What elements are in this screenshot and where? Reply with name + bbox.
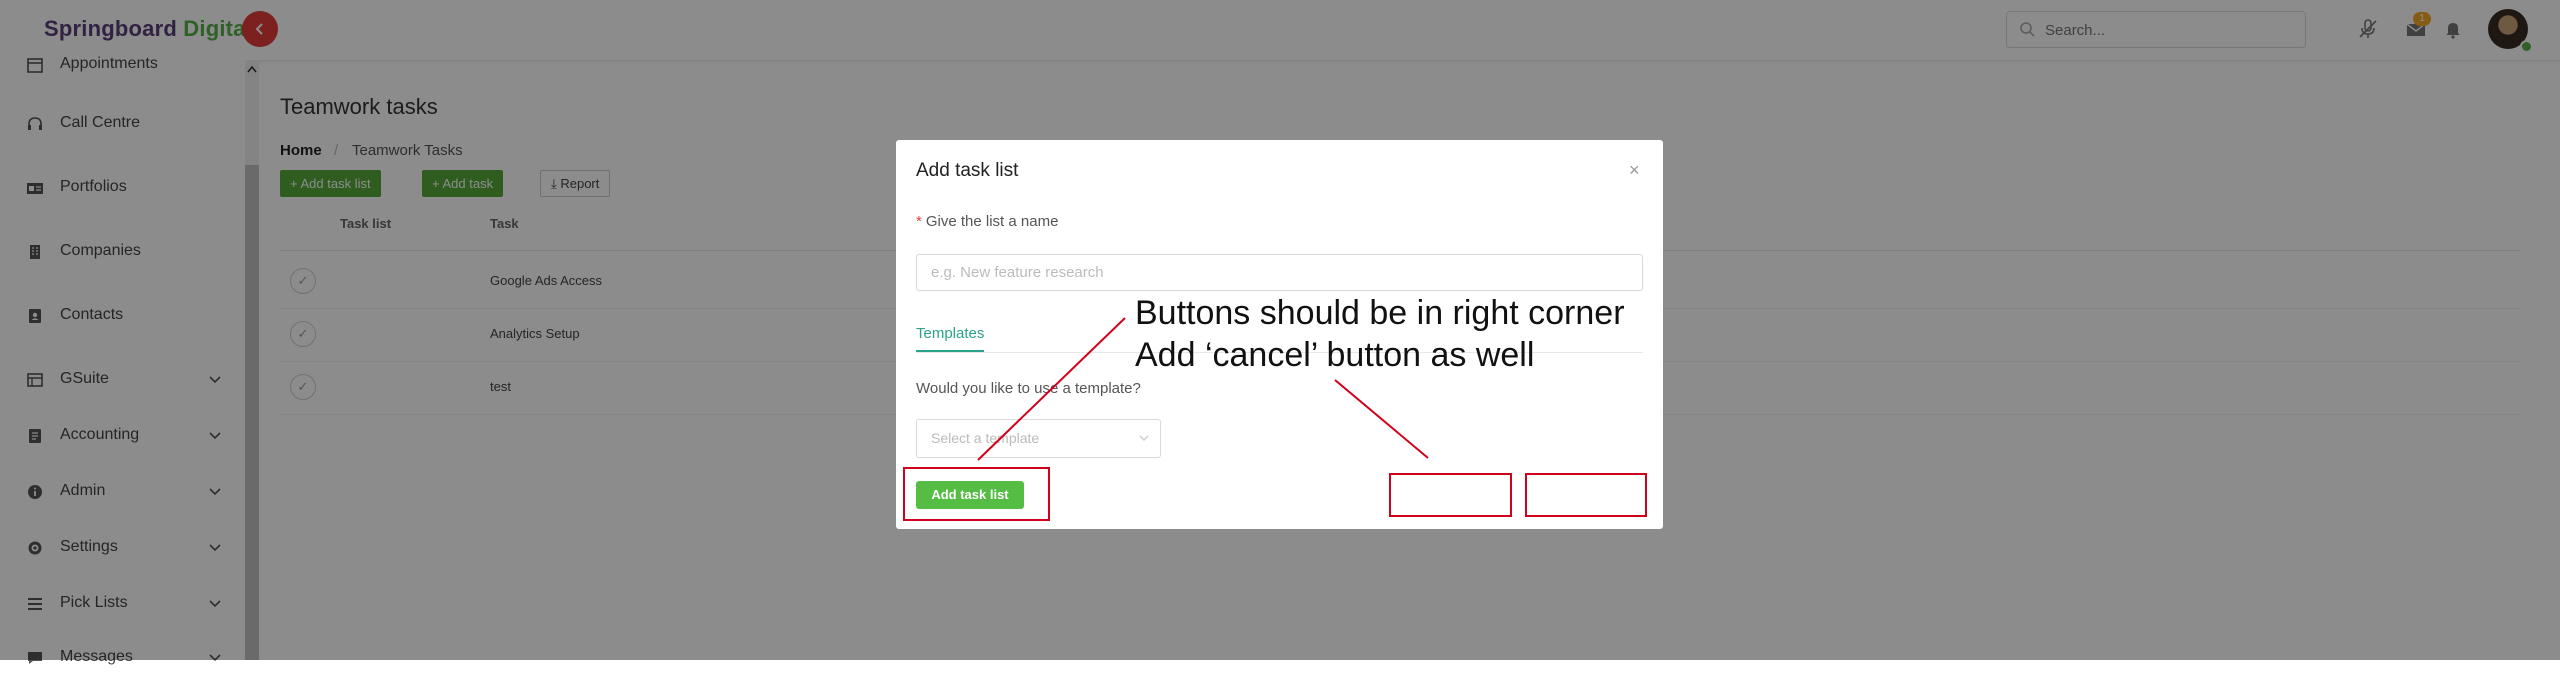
required-mark: * xyxy=(916,213,922,230)
annotation-box-current-button xyxy=(903,467,1050,521)
annotation-text-line1: Buttons should be in right corner xyxy=(1135,294,1625,332)
tab-templates[interactable]: Templates xyxy=(916,325,985,352)
modal-title: Add task list xyxy=(916,160,1019,181)
close-icon[interactable]: × xyxy=(1629,160,1640,181)
template-select[interactable]: Select a template xyxy=(916,419,1161,458)
list-name-input[interactable] xyxy=(916,254,1643,291)
chevron-down-icon xyxy=(1139,435,1149,441)
annotation-text-line2: Add ‘cancel’ button as well xyxy=(1135,336,1535,374)
template-select-placeholder: Select a template xyxy=(931,430,1040,446)
annotation-box-cancel-placeholder xyxy=(1389,473,1512,517)
template-question: Would you like to use a template? xyxy=(916,380,1141,397)
annotation-box-submit-placeholder xyxy=(1525,473,1647,517)
list-name-label-text: Give the list a name xyxy=(925,213,1059,230)
list-name-label: * Give the list a name xyxy=(916,213,1058,230)
